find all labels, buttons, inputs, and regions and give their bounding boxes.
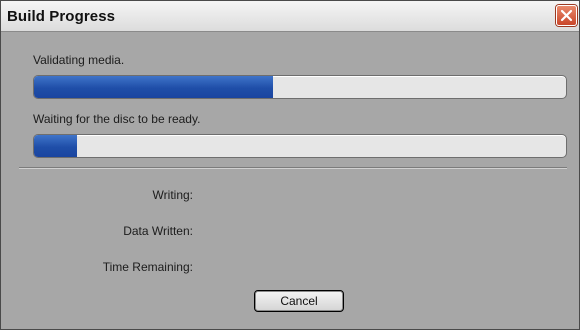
separator bbox=[19, 167, 567, 169]
close-icon bbox=[560, 9, 573, 22]
progress-fill-validation bbox=[34, 76, 274, 98]
close-button[interactable] bbox=[556, 5, 577, 26]
title-bar[interactable]: Build Progress bbox=[1, 1, 579, 32]
dialog-title: Build Progress bbox=[7, 8, 116, 25]
status-text-waiting: Waiting for the disc to be ready. bbox=[33, 112, 201, 126]
status-text-validating: Validating media. bbox=[33, 53, 125, 67]
cancel-button[interactable]: Cancel bbox=[254, 290, 344, 312]
data-written-label: Data Written: bbox=[123, 224, 193, 238]
build-progress-dialog: Build Progress Validating media. Waiting… bbox=[0, 0, 580, 330]
time-remaining-label: Time Remaining: bbox=[102, 260, 193, 274]
progress-bar-disc bbox=[33, 134, 567, 158]
progress-fill-disc bbox=[34, 135, 77, 157]
writing-label: Writing: bbox=[152, 188, 193, 202]
progress-bar-validation bbox=[33, 75, 567, 99]
